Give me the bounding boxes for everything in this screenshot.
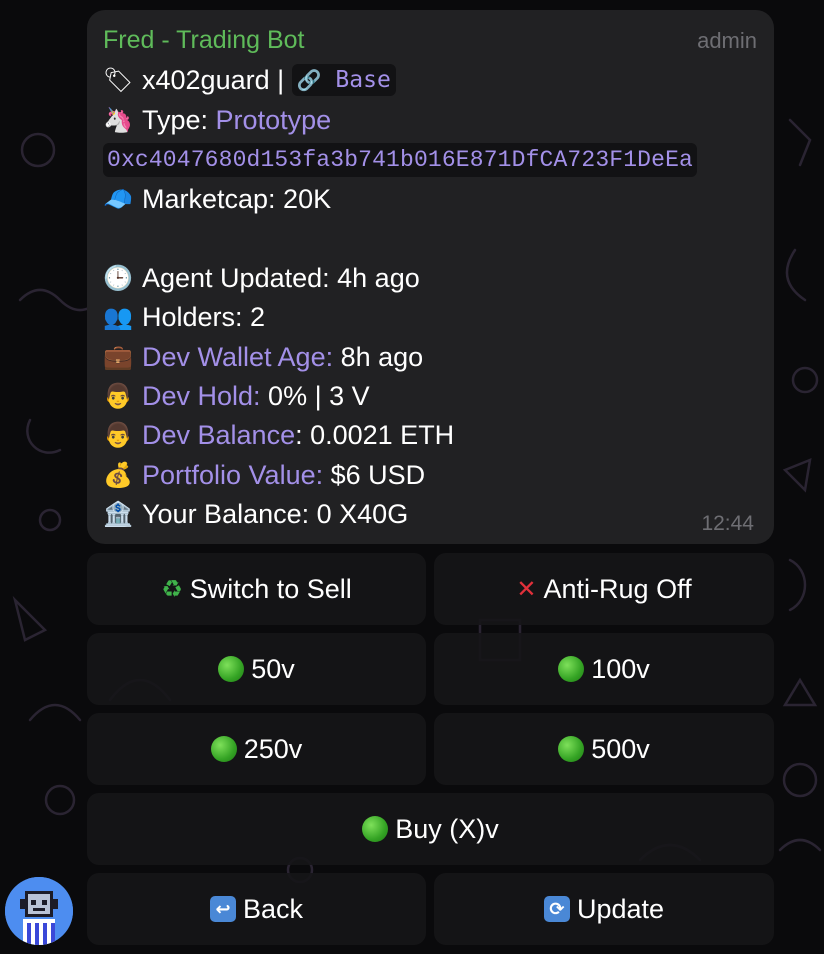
agent-updated-line: 🕒 Agent Updated: 4h ago: [103, 260, 420, 296]
buy-100-label: 100v: [591, 653, 650, 684]
holders-text: Holders: 2: [142, 302, 266, 332]
money-bag-icon: 💰: [103, 461, 133, 489]
buy-250-label: 250v: [243, 733, 303, 764]
holders-line: 👥 Holders: 2: [103, 299, 265, 335]
marketcap-line: 🧢 Marketcap: 20K: [103, 181, 331, 217]
clock-icon: 🕒: [103, 264, 133, 292]
update-label: Update: [576, 893, 665, 924]
sender-role-badge: admin: [697, 28, 757, 53]
buy-500-button[interactable]: 500v: [434, 713, 774, 785]
buy-custom-button[interactable]: Buy (X)v: [87, 793, 774, 865]
type-label: Type:: [142, 105, 216, 135]
pixel-robot-icon: [5, 877, 73, 945]
buy-250-button[interactable]: 250v: [87, 713, 426, 785]
bank-icon: 🏦: [103, 500, 133, 528]
message-timestamp: 12:44: [701, 512, 754, 535]
address-line: 0xc4047680d153fa3b741b016E871DfCA723F1De…: [103, 142, 697, 178]
dev-balance-line: 👨 Dev Balance : 0.0021 ETH: [103, 417, 454, 453]
unicorn-icon: 🦄: [103, 106, 133, 134]
label-tag-icon: 🏷: [103, 66, 134, 94]
marketcap-text: Marketcap: 20K: [142, 184, 332, 214]
token-line: 🏷 x402guard | 🔗 Base: [103, 62, 396, 98]
dev-wallet-age-link[interactable]: Dev Wallet Age:: [142, 339, 333, 375]
token-name: x402guard: [142, 65, 270, 95]
your-balance-text: Your Balance: 0 X40G: [142, 499, 409, 529]
red-x-icon: ✕: [516, 575, 537, 603]
anti-rug-button[interactable]: ✕ Anti-Rug Off: [434, 553, 774, 625]
green-circle-icon: [362, 816, 389, 842]
portfolio-value-link[interactable]: Portfolio Value:: [142, 457, 323, 493]
refresh-icon: ⟳: [543, 896, 570, 922]
green-circle-icon: [558, 656, 585, 682]
buy-50-label: 50v: [251, 653, 295, 684]
green-circle-icon: [210, 736, 237, 762]
dev-hold-line: 👨 Dev Hold: 0% | 3 V: [103, 378, 370, 414]
person-icon: 👨: [103, 421, 133, 449]
recycle-icon: ♻: [161, 575, 183, 603]
bot-avatar[interactable]: [5, 877, 73, 945]
back-button[interactable]: ↩ Back: [87, 873, 426, 945]
bot-message-bubble: Fred - Trading Bot admin 🏷 x402guard | 🔗…: [87, 10, 774, 544]
link-icon: 🔗: [296, 68, 322, 92]
cap-icon: 🧢: [103, 185, 133, 213]
buy-custom-label: Buy (X)v: [395, 813, 499, 844]
back-label: Back: [242, 893, 304, 924]
sender-name[interactable]: Fred - Trading Bot: [103, 24, 304, 56]
anti-rug-label: Anti-Rug Off: [543, 573, 692, 604]
your-balance-line: 🏦 Your Balance: 0 X40G: [103, 496, 408, 532]
dev-balance-link[interactable]: Dev Balance: [142, 417, 295, 453]
green-circle-icon: [558, 736, 585, 762]
buy-50-button[interactable]: 50v: [87, 633, 426, 705]
buy-500-label: 500v: [591, 733, 650, 764]
person-icon: 👨: [103, 382, 133, 410]
dev-hold-link[interactable]: Dev Hold:: [142, 378, 261, 414]
portfolio-value-line: 💰 Portfolio Value: $6 USD: [103, 457, 425, 493]
type-line: 🦄 Type: Prototype: [103, 102, 331, 138]
dev-hold-value: 0% | 3 V: [260, 381, 370, 411]
dev-wallet-age-value: 8h ago: [333, 342, 424, 372]
people-icon: 👥: [103, 303, 133, 331]
dev-balance-value: : 0.0021 ETH: [295, 420, 455, 450]
portfolio-value-value: $6 USD: [323, 460, 426, 490]
buy-100-button[interactable]: 100v: [434, 633, 774, 705]
dev-wallet-age-line: 💼 Dev Wallet Age: 8h ago: [103, 339, 423, 375]
return-arrow-icon: ↩: [209, 896, 236, 922]
switch-to-sell-label: Switch to Sell: [189, 573, 352, 604]
chain-name: Base: [335, 67, 391, 93]
type-value[interactable]: Prototype: [216, 102, 332, 138]
agent-updated-text: Agent Updated: 4h ago: [142, 263, 420, 293]
contract-address[interactable]: 0xc4047680d153fa3b741b016E871DfCA723F1De…: [103, 143, 697, 177]
green-circle-icon: [218, 656, 245, 682]
briefcase-icon: 💼: [103, 343, 133, 371]
switch-to-sell-button[interactable]: ♻ Switch to Sell: [87, 553, 426, 625]
chain-code[interactable]: 🔗 Base: [291, 64, 396, 96]
update-button[interactable]: ⟳ Update: [434, 873, 774, 945]
token-separator: |: [269, 65, 292, 95]
